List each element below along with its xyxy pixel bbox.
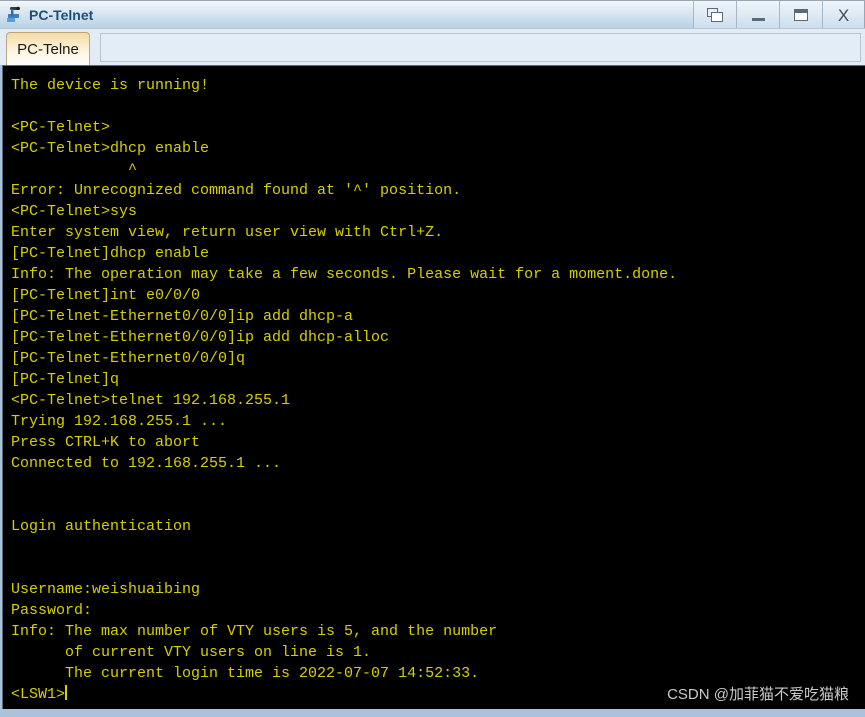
restore-windows-button[interactable] — [693, 1, 736, 29]
maximize-button[interactable] — [779, 1, 822, 29]
terminal-line: Trying 192.168.255.1 ... — [11, 413, 228, 430]
window-title: PC-Telnet — [29, 6, 94, 23]
terminal-line: Password: — [11, 602, 93, 619]
terminal-line: The current login time is 2022-07-07 14:… — [11, 665, 480, 682]
terminal-line: of current VTY users on line is 1. — [11, 644, 372, 661]
minimize-icon — [751, 18, 765, 21]
terminal-line: Info: The max number of VTY users is 5, … — [11, 623, 498, 640]
terminal-line: ^ — [11, 161, 138, 178]
terminal-line: Username:weishuaibing — [11, 581, 201, 598]
close-button[interactable]: X — [822, 1, 865, 29]
terminal-line: Error: Unrecognized command found at '^'… — [11, 182, 462, 199]
terminal-line: Press CTRL+K to abort — [11, 434, 201, 451]
terminal-line: Connected to 192.168.255.1 ... — [11, 455, 282, 472]
terminal-line: [PC-Telnet-Ethernet0/0/0]ip add dhcp-all… — [11, 329, 390, 346]
terminal-prompt-line: <LSW1> — [11, 684, 865, 705]
pc-telnet-window: PC-Telnet X PC-Telne The device is runni… — [0, 0, 865, 717]
terminal-cursor — [65, 685, 68, 700]
terminal-line: Login authentication — [11, 518, 192, 535]
tab-label: PC-Telne — [17, 40, 79, 58]
terminal-line: [PC-Telnet]int e0/0/0 — [11, 287, 201, 304]
terminal-line: Info: The operation may take a few secon… — [11, 266, 678, 283]
terminal-console[interactable]: The device is running! <PC-Telnet> <PC-Te… — [2, 65, 865, 709]
terminal-prompt: <LSW1> — [11, 686, 66, 703]
terminal-line: <PC-Telnet>dhcp enable — [11, 140, 210, 157]
terminal-line: [PC-Telnet-Ethernet0/0/0]ip add dhcp-a — [11, 308, 354, 325]
terminal-line: [PC-Telnet]q — [11, 371, 120, 388]
terminal-line: The device is running! — [11, 77, 210, 94]
terminal-line: <PC-Telnet>telnet 192.168.255.1 — [11, 392, 291, 409]
terminal-line: [PC-Telnet-Ethernet0/0/0]q — [11, 350, 246, 367]
restore-windows-icon — [706, 7, 724, 23]
terminal-line: <PC-Telnet> — [11, 119, 111, 136]
window-controls: X — [693, 1, 865, 29]
close-icon: X — [837, 5, 850, 25]
maximize-icon — [794, 9, 808, 21]
pc-device-icon — [5, 5, 25, 25]
terminal-line: [PC-Telnet]dhcp enable — [11, 245, 210, 262]
terminal-line: Enter system view, return user view with… — [11, 224, 444, 241]
tab-pc-telnet[interactable]: PC-Telne — [6, 32, 90, 65]
terminal-line: <PC-Telnet>sys — [11, 203, 138, 220]
tab-bar: PC-Telne — [0, 28, 865, 65]
title-bar: PC-Telnet X — [0, 0, 865, 29]
minimize-button[interactable] — [736, 1, 779, 29]
terminal-output: The device is running! <PC-Telnet> <PC-Te… — [3, 66, 865, 705]
terminal-area: The device is running! <PC-Telnet> <PC-Te… — [0, 65, 865, 717]
